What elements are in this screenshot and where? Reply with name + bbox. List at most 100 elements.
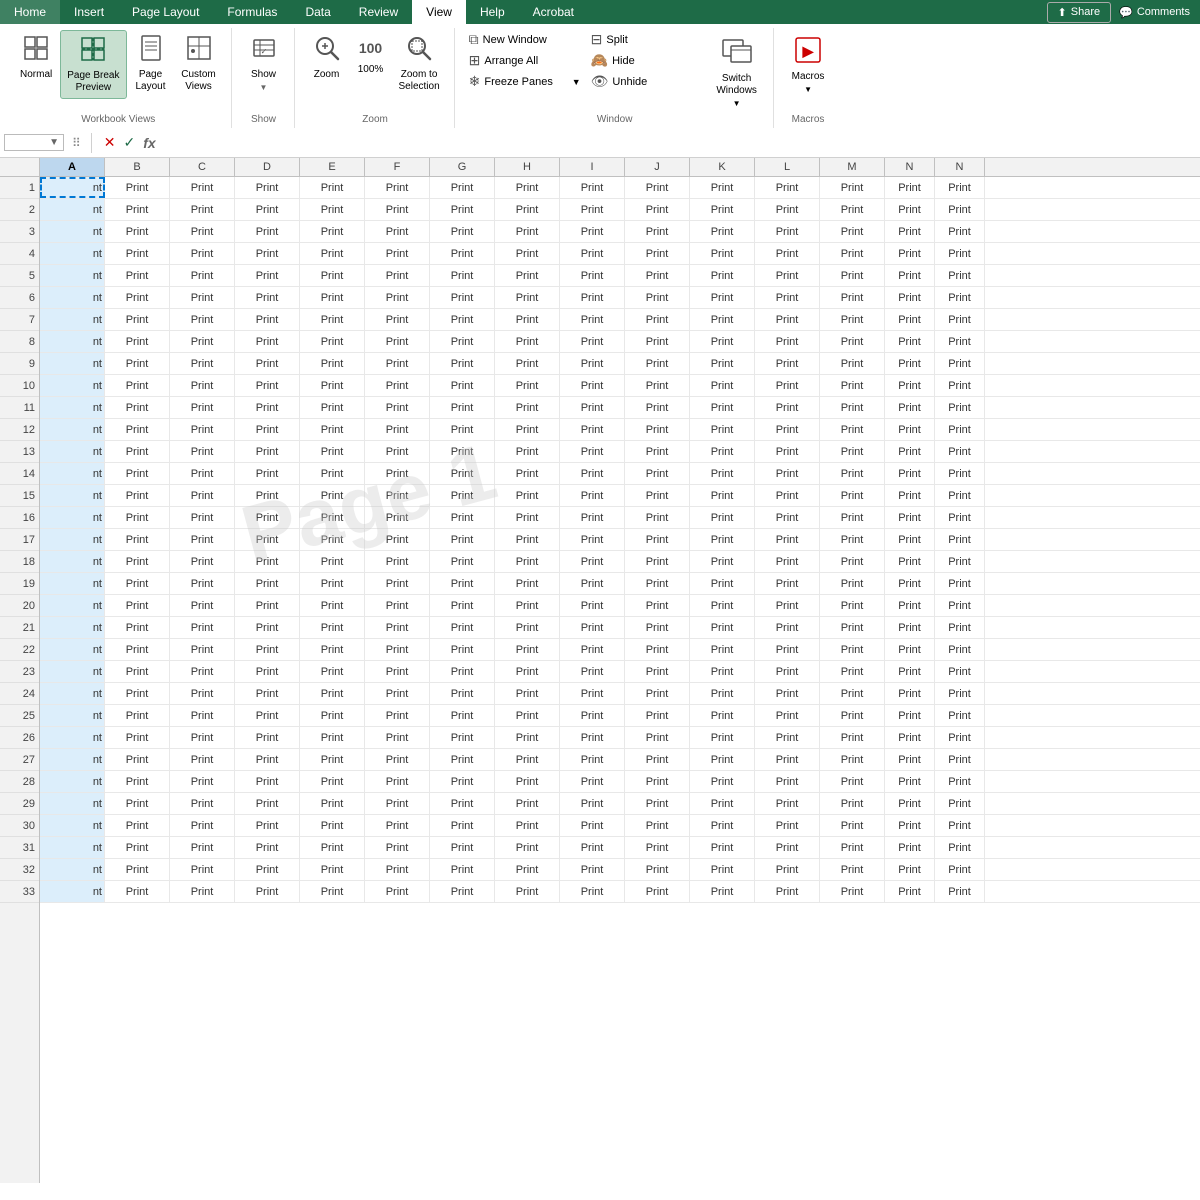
cell-D15[interactable]: Print [235,485,300,506]
cell-I16[interactable]: Print [560,507,625,528]
cell-H27[interactable]: Print [495,749,560,770]
tab-formulas[interactable]: Formulas [213,0,291,24]
cell-M32[interactable]: Print [820,859,885,880]
cell-N7[interactable]: Print [885,309,935,330]
cell-extra-9[interactable]: Print [935,353,985,374]
cell-A6[interactable]: nt [40,287,105,308]
cell-N25[interactable]: Print [885,705,935,726]
cell-E2[interactable]: Print [300,199,365,220]
cell-H33[interactable]: Print [495,881,560,902]
cell-extra-16[interactable]: Print [935,507,985,528]
cell-G23[interactable]: Print [430,661,495,682]
cell-B16[interactable]: Print [105,507,170,528]
cell-D31[interactable]: Print [235,837,300,858]
zoom-button[interactable]: Zoom [305,30,349,85]
show-button[interactable]: ✓ Show ▼ [242,30,286,96]
cell-H18[interactable]: Print [495,551,560,572]
cell-N23[interactable]: Print [885,661,935,682]
cell-N14[interactable]: Print [885,463,935,484]
cell-L23[interactable]: Print [755,661,820,682]
cell-L2[interactable]: Print [755,199,820,220]
cell-M30[interactable]: Print [820,815,885,836]
cell-E25[interactable]: Print [300,705,365,726]
name-box[interactable]: ▼ [4,134,64,151]
cell-L11[interactable]: Print [755,397,820,418]
cell-C12[interactable]: Print [170,419,235,440]
cell-H19[interactable]: Print [495,573,560,594]
cell-G4[interactable]: Print [430,243,495,264]
tab-view[interactable]: View [412,0,466,24]
cell-A3[interactable]: nt [40,221,105,242]
cell-J17[interactable]: Print [625,529,690,550]
cell-B2[interactable]: Print [105,199,170,220]
cell-B27[interactable]: Print [105,749,170,770]
cell-extra-13[interactable]: Print [935,441,985,462]
cell-J6[interactable]: Print [625,287,690,308]
cell-L13[interactable]: Print [755,441,820,462]
cell-N30[interactable]: Print [885,815,935,836]
cell-extra-19[interactable]: Print [935,573,985,594]
switch-windows-button[interactable]: Switch Windows ▼ [709,30,765,112]
cell-D25[interactable]: Print [235,705,300,726]
cell-G10[interactable]: Print [430,375,495,396]
cell-B20[interactable]: Print [105,595,170,616]
cell-M29[interactable]: Print [820,793,885,814]
cell-K25[interactable]: Print [690,705,755,726]
cell-J4[interactable]: Print [625,243,690,264]
cell-M31[interactable]: Print [820,837,885,858]
cell-E8[interactable]: Print [300,331,365,352]
cell-L28[interactable]: Print [755,771,820,792]
row-header-33[interactable]: 33 [0,881,39,903]
cell-K4[interactable]: Print [690,243,755,264]
cell-E26[interactable]: Print [300,727,365,748]
cell-B18[interactable]: Print [105,551,170,572]
cell-F7[interactable]: Print [365,309,430,330]
cell-B30[interactable]: Print [105,815,170,836]
cell-I15[interactable]: Print [560,485,625,506]
cell-J30[interactable]: Print [625,815,690,836]
cell-H17[interactable]: Print [495,529,560,550]
cell-J31[interactable]: Print [625,837,690,858]
cell-C19[interactable]: Print [170,573,235,594]
cell-H15[interactable]: Print [495,485,560,506]
cell-H21[interactable]: Print [495,617,560,638]
cell-extra-28[interactable]: Print [935,771,985,792]
col-header-K[interactable]: K [690,158,755,176]
cell-J7[interactable]: Print [625,309,690,330]
cell-E13[interactable]: Print [300,441,365,462]
cell-N22[interactable]: Print [885,639,935,660]
cell-J5[interactable]: Print [625,265,690,286]
cell-N5[interactable]: Print [885,265,935,286]
row-header-11[interactable]: 11 [0,397,39,419]
cell-K23[interactable]: Print [690,661,755,682]
cell-N13[interactable]: Print [885,441,935,462]
row-header-20[interactable]: 20 [0,595,39,617]
cell-B1[interactable]: Print [105,177,170,198]
cell-D13[interactable]: Print [235,441,300,462]
cell-A32[interactable]: nt [40,859,105,880]
cell-D18[interactable]: Print [235,551,300,572]
cell-H7[interactable]: Print [495,309,560,330]
cell-A31[interactable]: nt [40,837,105,858]
freeze-panes-button[interactable]: ❄ Freeze Panes ▼ [465,72,585,91]
cell-K17[interactable]: Print [690,529,755,550]
cell-J20[interactable]: Print [625,595,690,616]
cell-L20[interactable]: Print [755,595,820,616]
cell-L9[interactable]: Print [755,353,820,374]
cell-L15[interactable]: Print [755,485,820,506]
tab-acrobat[interactable]: Acrobat [519,0,588,24]
cell-K9[interactable]: Print [690,353,755,374]
cell-A14[interactable]: nt [40,463,105,484]
cell-A15[interactable]: nt [40,485,105,506]
cell-B4[interactable]: Print [105,243,170,264]
cell-B31[interactable]: Print [105,837,170,858]
cell-N31[interactable]: Print [885,837,935,858]
row-header-15[interactable]: 15 [0,485,39,507]
cell-K24[interactable]: Print [690,683,755,704]
cell-extra-22[interactable]: Print [935,639,985,660]
cell-K28[interactable]: Print [690,771,755,792]
cell-E19[interactable]: Print [300,573,365,594]
cell-I29[interactable]: Print [560,793,625,814]
cell-J23[interactable]: Print [625,661,690,682]
cell-A27[interactable]: nt [40,749,105,770]
